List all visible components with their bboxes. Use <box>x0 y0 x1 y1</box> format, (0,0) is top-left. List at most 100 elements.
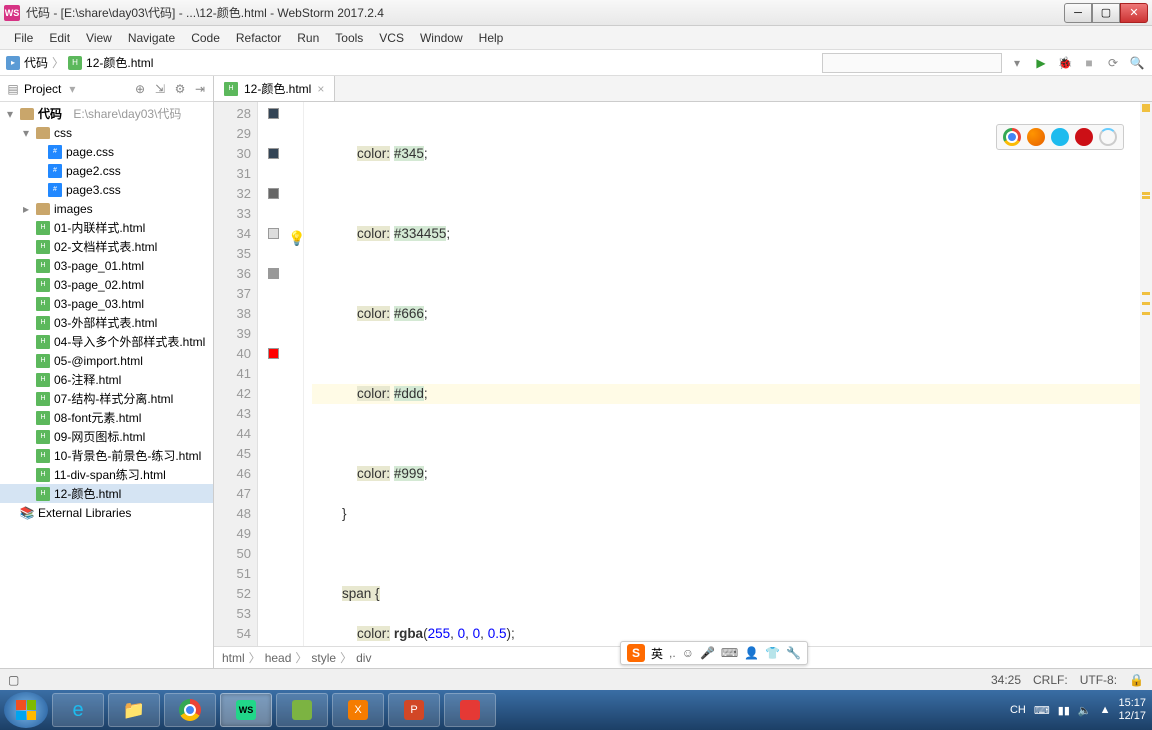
tree-file[interactable]: 06-注释.html <box>54 371 121 388</box>
ie-icon[interactable] <box>1051 128 1069 146</box>
project-tree[interactable]: ▾代码 E:\share\day03\代码 ▾css #page.css #pa… <box>0 102 213 668</box>
tree-file[interactable]: 04-导入多个外部样式表.html <box>54 333 205 350</box>
menu-help[interactable]: Help <box>471 28 512 48</box>
error-stripe[interactable] <box>1140 102 1152 646</box>
tree-file[interactable]: 02-文档样式表.html <box>54 238 157 255</box>
folder-css[interactable]: css <box>54 126 72 140</box>
tray-flag-icon[interactable]: ▲ <box>1100 704 1111 716</box>
taskbar-chrome[interactable] <box>164 693 216 727</box>
taskbar-camtasia[interactable] <box>276 693 328 727</box>
tree-file[interactable]: 11-div-span练习.html <box>54 466 166 483</box>
folder-images[interactable]: images <box>54 202 93 216</box>
taskbar-webstorm[interactable]: WS <box>220 693 272 727</box>
run-config-dropdown[interactable] <box>822 53 1002 73</box>
code-content[interactable]: color: #345; color: #334455; color: #666… <box>304 102 1140 646</box>
firefox-icon[interactable] <box>1027 128 1045 146</box>
tray-ime-icon[interactable]: ⌨ <box>1034 704 1050 717</box>
stop-button[interactable]: ■ <box>1080 54 1098 72</box>
maximize-button[interactable]: ▢ <box>1092 3 1120 23</box>
menu-window[interactable]: Window <box>412 28 471 48</box>
menu-edit[interactable]: Edit <box>41 28 78 48</box>
update-button[interactable]: ⟳ <box>1104 54 1122 72</box>
chrome-icon[interactable] <box>1003 128 1021 146</box>
menu-file[interactable]: File <box>6 28 41 48</box>
nav-file[interactable]: 12-颜色.html <box>86 54 153 71</box>
status-icon[interactable]: ▢ <box>8 673 19 687</box>
tree-file-current[interactable]: 12-颜色.html <box>54 485 121 502</box>
tree-file[interactable]: page3.css <box>66 183 121 197</box>
breadcrumb-item[interactable]: div <box>356 651 371 665</box>
emoji-icon[interactable]: ☺ <box>682 646 694 660</box>
loading-icon[interactable] <box>1099 128 1117 146</box>
tray-volume-icon[interactable]: 🔈 <box>1078 704 1092 717</box>
taskbar-excel[interactable]: X <box>332 693 384 727</box>
taskbar-explorer[interactable]: 📁 <box>108 693 160 727</box>
menu-run[interactable]: Run <box>289 28 327 48</box>
external-libraries[interactable]: External Libraries <box>38 506 131 520</box>
menu-tools[interactable]: Tools <box>327 28 371 48</box>
menu-view[interactable]: View <box>78 28 120 48</box>
tree-file[interactable]: 09-网页图标.html <box>54 428 145 445</box>
tree-file[interactable]: 08-font元素.html <box>54 409 141 426</box>
chevron-down-icon[interactable]: ▾ <box>69 82 75 96</box>
gear-icon[interactable]: ⚙ <box>173 82 187 96</box>
nav-root[interactable]: 代码 <box>24 54 48 71</box>
taskbar-powerpoint[interactable]: P <box>388 693 440 727</box>
keyboard-icon[interactable]: ⌨ <box>721 646 738 660</box>
breadcrumb-item[interactable]: html <box>222 651 245 665</box>
wrench-icon[interactable]: 🔧 <box>786 646 801 660</box>
tree-file[interactable]: page.css <box>66 145 114 159</box>
hide-icon[interactable]: ⇥ <box>193 82 207 96</box>
search-icon[interactable]: 🔍 <box>1128 54 1146 72</box>
collapse-icon[interactable]: ⇲ <box>153 82 167 96</box>
line-separator[interactable]: CRLF <box>1033 673 1064 687</box>
tray-clock[interactable]: 15:1712/17 <box>1118 697 1146 723</box>
debug-button[interactable]: 🐞 <box>1056 54 1074 72</box>
file-encoding[interactable]: UTF-8 <box>1080 673 1114 687</box>
menu-navigate[interactable]: Navigate <box>120 28 183 48</box>
code-editor[interactable]: 2829303132333435363738394041424344454647… <box>214 102 1152 646</box>
lock-icon[interactable]: 🔒 <box>1129 673 1144 687</box>
tree-file[interactable]: 05-@import.html <box>54 354 143 368</box>
editor-tab[interactable]: H 12-颜色.html × <box>214 76 335 101</box>
tree-file[interactable]: 03-page_01.html <box>54 259 144 273</box>
project-root[interactable]: 代码 <box>38 105 62 122</box>
close-tab-icon[interactable]: × <box>317 82 324 96</box>
ime-lang[interactable]: 英 <box>651 645 663 662</box>
tree-file[interactable]: 07-结构-样式分离.html <box>54 390 173 407</box>
tree-file[interactable]: 03-page_02.html <box>54 278 144 292</box>
tree-file[interactable]: 10-背景色-前景色-练习.html <box>54 447 201 464</box>
mic-icon[interactable]: 🎤 <box>700 646 715 660</box>
menu-code[interactable]: Code <box>183 28 228 48</box>
css-file-icon: # <box>48 183 62 197</box>
expand-toggle[interactable]: ▾ <box>20 126 32 140</box>
taskbar-app[interactable] <box>444 693 496 727</box>
menu-refactor[interactable]: Refactor <box>228 28 289 48</box>
tree-file[interactable]: 01-内联样式.html <box>54 219 145 236</box>
menu-vcs[interactable]: VCS <box>371 28 412 48</box>
punct-icon[interactable]: ,. <box>669 646 676 660</box>
intention-bulb-icon[interactable]: 💡 <box>288 230 305 247</box>
tree-file[interactable]: 03-外部样式表.html <box>54 314 157 331</box>
system-tray[interactable]: CH ⌨ ▮▮ 🔈 ▲ 15:1712/17 <box>1010 697 1146 723</box>
minimize-button[interactable]: ─ <box>1064 3 1092 23</box>
expand-toggle[interactable]: ▾ <box>4 107 16 121</box>
tray-battery-icon[interactable]: ▮▮ <box>1058 704 1070 717</box>
chevron-down-icon[interactable]: ▾ <box>1008 54 1026 72</box>
expand-toggle[interactable]: ▸ <box>20 202 32 216</box>
target-icon[interactable]: ⊕ <box>133 82 147 96</box>
close-button[interactable]: ✕ <box>1120 3 1148 23</box>
opera-icon[interactable] <box>1075 128 1093 146</box>
tree-file[interactable]: 03-page_03.html <box>54 297 144 311</box>
breadcrumb-item[interactable]: head <box>265 651 292 665</box>
run-button[interactable]: ▶ <box>1032 54 1050 72</box>
user-icon[interactable]: 👤 <box>744 646 759 660</box>
taskbar-ie[interactable]: e <box>52 693 104 727</box>
ime-toolbar[interactable]: S 英 ,. ☺ 🎤 ⌨ 👤 👕 🔧 <box>620 641 808 665</box>
breadcrumb-item[interactable]: style <box>311 651 336 665</box>
skin-icon[interactable]: 👕 <box>765 646 780 660</box>
tray-lang[interactable]: CH <box>1010 704 1026 716</box>
start-button[interactable] <box>4 692 48 728</box>
folder-icon <box>36 127 50 139</box>
tree-file[interactable]: page2.css <box>66 164 121 178</box>
